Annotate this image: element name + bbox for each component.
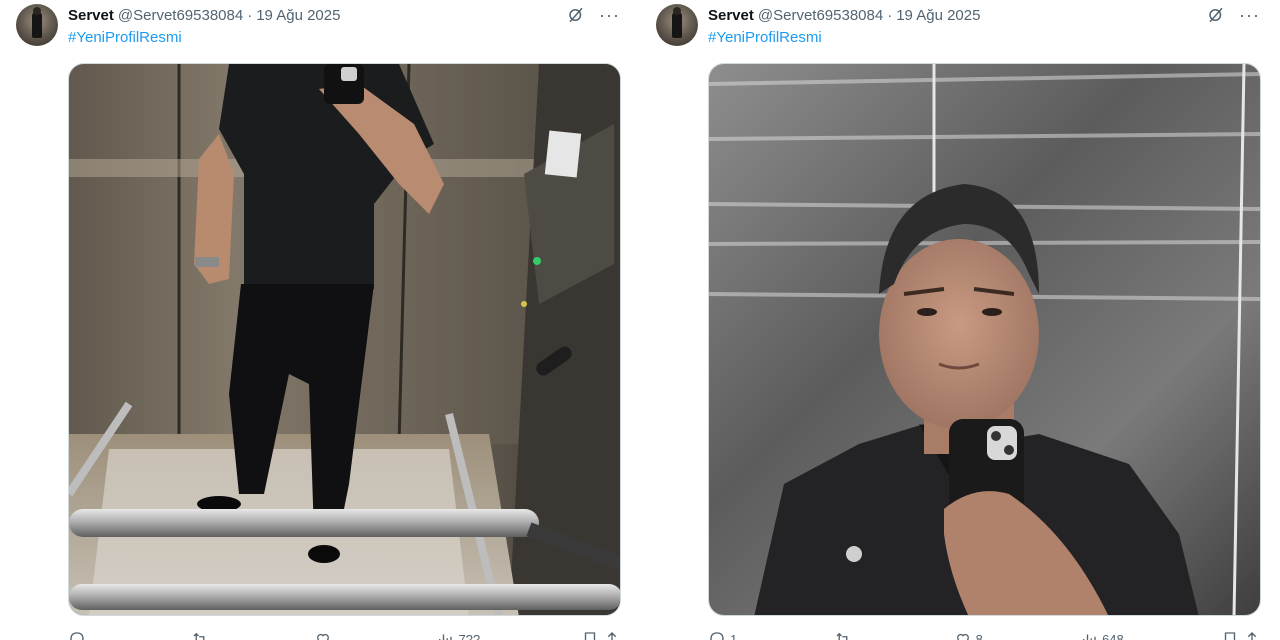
tweet-2[interactable]: Servet @Servet69538084 · 19 Ağu 2025 ···…: [640, 0, 1261, 640]
author-name[interactable]: Servet: [68, 7, 114, 24]
share-icon[interactable]: [603, 630, 621, 640]
repost-icon: [836, 632, 848, 640]
more-icon[interactable]: ···: [599, 6, 620, 24]
tweet-date[interactable]: 19 Ağu 2025: [256, 7, 340, 24]
hashtag-link[interactable]: #YeniProfilResmi: [68, 29, 182, 46]
elevator-mirror-photo: [69, 64, 620, 615]
views-icon: [1083, 634, 1096, 640]
tweet-1[interactable]: Servet @Servet69538084 · 19 Ağu 2025 ···…: [0, 0, 621, 640]
reply-button[interactable]: [68, 630, 90, 640]
elevator-selfie-photo: [709, 64, 1260, 615]
tweet-header: Servet @Servet69538084 · 19 Ağu 2025: [68, 5, 340, 25]
views-icon: [439, 634, 453, 640]
grok-icon[interactable]: [1207, 6, 1225, 24]
author-handle[interactable]: @Servet69538084: [118, 7, 243, 24]
tweet-photo[interactable]: [68, 63, 621, 616]
bookmark-icon[interactable]: [1221, 630, 1239, 640]
repost-icon: [193, 632, 205, 640]
grok-icon[interactable]: [567, 6, 585, 24]
avatar[interactable]: [16, 4, 58, 46]
share-icon[interactable]: [1243, 630, 1261, 640]
reply-icon: [710, 632, 724, 640]
views-count: 7??: [458, 631, 481, 640]
repost-button[interactable]: [191, 630, 213, 640]
like-count: 8: [975, 631, 983, 640]
repost-button[interactable]: [834, 630, 856, 640]
views-count: 648: [1102, 631, 1124, 640]
bookmark-share: [581, 630, 621, 640]
like-button[interactable]: [314, 630, 336, 640]
hashtag-link[interactable]: #YeniProfilResmi: [708, 29, 822, 46]
avatar[interactable]: [656, 4, 698, 46]
separator: ·: [247, 6, 253, 24]
tweet-header: Servet @Servet69538084 · 19 Ağu 2025: [708, 5, 980, 25]
reply-icon: [70, 632, 84, 640]
bookmark-share: [1221, 630, 1261, 640]
like-button[interactable]: 8: [954, 630, 983, 640]
reply-count: 1: [730, 631, 738, 640]
views-button[interactable]: 7??: [436, 630, 480, 640]
like-icon: [956, 633, 969, 640]
tweet-top-actions: ···: [567, 6, 620, 24]
more-icon[interactable]: ···: [1239, 6, 1260, 24]
views-button[interactable]: 648: [1080, 630, 1124, 640]
separator: ·: [887, 6, 893, 24]
tweet-date[interactable]: 19 Ağu 2025: [896, 7, 980, 24]
tweet-top-actions: ···: [1207, 6, 1260, 24]
reply-button[interactable]: 1: [708, 630, 737, 640]
author-handle[interactable]: @Servet69538084: [758, 7, 883, 24]
bookmark-icon[interactable]: [581, 630, 599, 640]
tweet-photo[interactable]: [708, 63, 1261, 616]
tweet-actions: 7??: [68, 630, 621, 640]
like-icon: [316, 633, 329, 640]
tweet-actions: 1 8 648: [708, 630, 1261, 640]
author-name[interactable]: Servet: [708, 7, 754, 24]
